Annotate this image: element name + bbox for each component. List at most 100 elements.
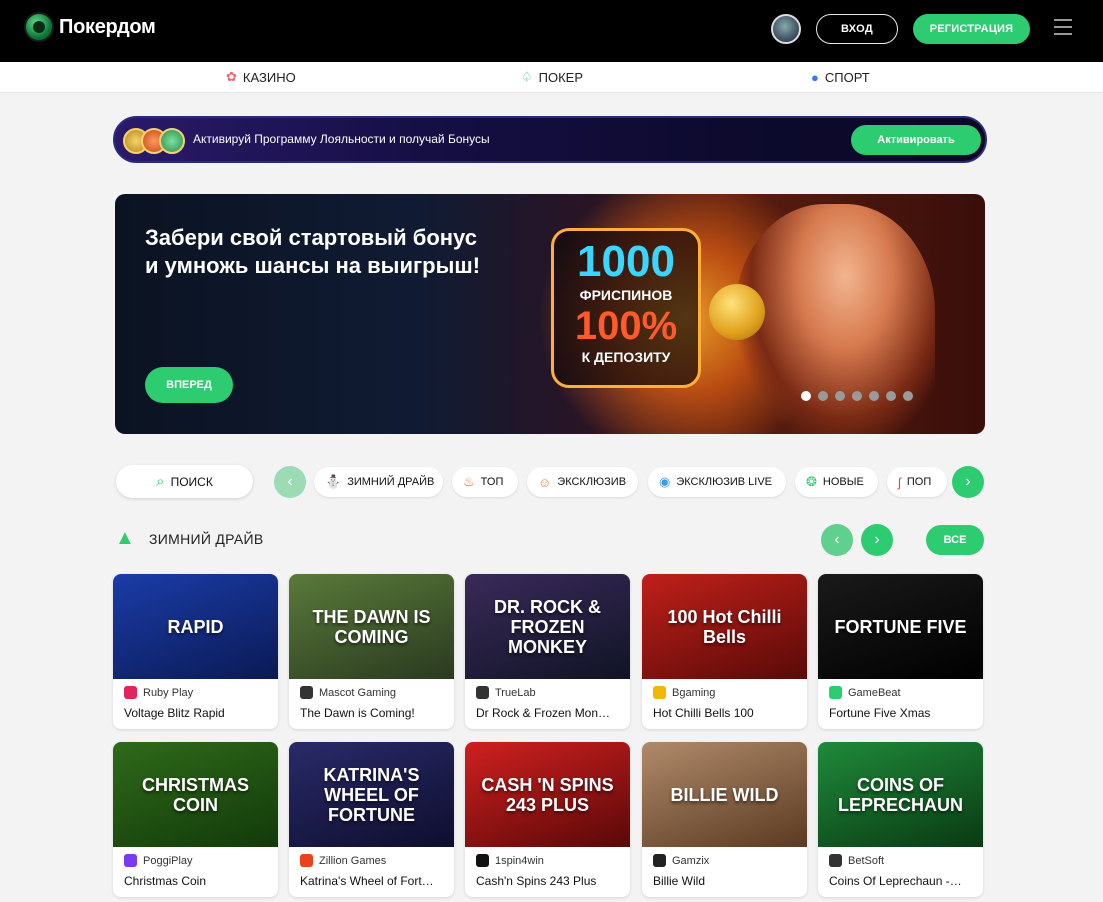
categories-next-button[interactable]: › (952, 466, 984, 498)
category-label: ТОП (480, 476, 504, 488)
game-card[interactable]: THE DAWN IS COMING Mascot Gaming The Dawn … (289, 574, 454, 729)
carousel-dot[interactable] (801, 391, 811, 401)
game-thumbnail[interactable]: BILLIE WILD (642, 742, 807, 847)
main-nav: ✿ КАЗИНО ♤ ПОКЕР ● СПОРТ (0, 62, 1103, 93)
provider-name: Zillion Games (319, 854, 387, 867)
register-button[interactable]: РЕГИСТРАЦИЯ (913, 14, 1030, 44)
activate-button[interactable]: Активировать (851, 125, 981, 155)
provider-name: GameBeat (848, 686, 901, 699)
provider-logo-icon (829, 686, 842, 699)
face-icon: ☺ (538, 474, 552, 490)
game-card[interactable]: DR. ROCK & FROZEN MONKEY TrueLab Dr Rock &… (465, 574, 630, 729)
game-thumbnail[interactable]: RAPID (113, 574, 278, 679)
section-next-button[interactable]: › (861, 524, 893, 556)
game-provider: TrueLab (476, 686, 536, 699)
game-card[interactable]: RAPID Ruby Play Voltage Blitz Rapid (113, 574, 278, 729)
login-button[interactable]: ВХОД (816, 14, 898, 44)
carousel-dot[interactable] (869, 391, 879, 401)
offer-line2: К ДЕПОЗИТУ (581, 349, 671, 365)
game-thumbnail[interactable]: FORTUNE FIVE (818, 574, 983, 679)
game-thumbnail-title: CHRISTMAS COIN (142, 774, 249, 815)
game-name: Billie Wild (653, 874, 706, 888)
game-thumbnail-title: 100 Hot Chilli Bells (667, 606, 782, 647)
game-card[interactable]: CHRISTMAS COIN PoggiPlay Christmas Coin (113, 742, 278, 897)
game-thumbnail[interactable]: DR. ROCK & FROZEN MONKEY (465, 574, 630, 679)
carousel-dot[interactable] (903, 391, 913, 401)
search-button[interactable]: ⌕ ПОИСК (116, 465, 253, 498)
category-exclusive-live[interactable]: ◉ ЭКСКЛЮЗИВ LIVE (648, 467, 786, 497)
hero-banner[interactable]: Забери свой стартовый бонус и умножь шан… (115, 194, 985, 434)
loyalty-banner[interactable]: Активируй Программу Лояльности и получай… (113, 116, 987, 163)
provider-logo-icon (124, 854, 137, 867)
forward-button[interactable]: ВПЕРЕД (145, 367, 233, 403)
game-provider: PoggiPlay (124, 854, 193, 867)
category-exclusive[interactable]: ☺ ЭКСКЛЮЗИВ (527, 467, 638, 497)
view-all-button[interactable]: ВСЕ (926, 525, 984, 555)
chevron-right-icon: › (965, 473, 971, 490)
logo-text[interactable]: Покердом (59, 16, 156, 39)
carousel-dot[interactable] (852, 391, 862, 401)
game-name: Coins Of Leprechaun -… (829, 874, 962, 888)
game-name: Dr Rock & Frozen Mon… (476, 706, 611, 720)
section-prev-button[interactable]: ‹ (821, 524, 853, 556)
category-label: ЭКСКЛЮЗИВ LIVE (676, 476, 773, 488)
hero-title-line1: Забери свой стартовый бонус (145, 225, 477, 250)
nav-item-poker[interactable]: ♤ ПОКЕР (521, 62, 583, 92)
pepper-icon: ʃ (898, 474, 901, 490)
logo-icon[interactable] (24, 12, 54, 42)
chevron-right-icon: › (874, 531, 880, 548)
game-thumbnail-title: COINS OF LEPRECHAUN (837, 774, 963, 815)
language-flag-icon[interactable] (771, 14, 801, 44)
game-thumbnail-title: BILLIE WILD (670, 784, 779, 805)
offer-number: 1000 (577, 237, 675, 286)
game-name: Hot Chilli Bells 100 (653, 706, 754, 720)
nav-item-sport[interactable]: ● СПОРТ (811, 62, 870, 92)
live-icon: ◉ (659, 474, 671, 489)
game-thumbnail[interactable]: CASH 'N SPINS 243 PLUS (465, 742, 630, 847)
game-card[interactable]: CASH 'N SPINS 243 PLUS 1spin4win Cash'n Sp… (465, 742, 630, 897)
categories-prev-button[interactable]: ‹ (274, 466, 306, 498)
game-thumbnail[interactable]: KATRINA'S WHEEL OF FORTUNE (289, 742, 454, 847)
hero-title-line2: и умножь шансы на выигрыш! (145, 253, 481, 278)
game-thumbnail[interactable]: COINS OF LEPRECHAUN (818, 742, 983, 847)
nav-item-casino[interactable]: ✿ КАЗИНО (226, 62, 296, 92)
carousel-dot[interactable] (835, 391, 845, 401)
category-new[interactable]: ❂ НОВЫЕ (795, 467, 878, 497)
game-thumbnail[interactable]: THE DAWN IS COMING (289, 574, 454, 679)
nav-item-label: СПОРТ (824, 69, 870, 85)
carousel-dots (801, 391, 913, 401)
game-provider: Ruby Play (124, 686, 193, 699)
category-top[interactable]: ♨ ТОП (452, 467, 518, 497)
game-provider: 1spin4win (476, 854, 544, 867)
game-provider: Zillion Games (300, 854, 386, 867)
provider-name: Mascot Gaming (319, 686, 397, 699)
fire-icon: ♨ (463, 474, 475, 489)
category-winter-drive[interactable]: ⛄ ЗИМНИЙ ДРАЙВ (314, 467, 443, 497)
game-card[interactable]: 100 Hot Chilli Bells Bgaming Hot Chilli Be… (642, 574, 807, 729)
game-name: Katrina's Wheel of Fort… (300, 874, 434, 888)
section-title: ЗИМНИЙ ДРАЙВ (149, 531, 264, 547)
provider-name: Ruby Play (143, 686, 194, 699)
hamburger-menu-icon[interactable] (1054, 19, 1072, 37)
provider-logo-icon (476, 686, 489, 699)
game-name: Fortune Five Xmas (829, 706, 931, 720)
provider-name: 1spin4win (495, 854, 544, 867)
game-card[interactable]: KATRINA'S WHEEL OF FORTUNE Zillion Games K… (289, 742, 454, 897)
game-card[interactable]: BILLIE WILD Gamzix Billie Wild (642, 742, 807, 897)
carousel-dot[interactable] (886, 391, 896, 401)
provider-name: PoggiPlay (143, 854, 193, 867)
game-thumbnail[interactable]: 100 Hot Chilli Bells (642, 574, 807, 679)
category-popular[interactable]: ʃ ПОП (887, 467, 947, 497)
game-provider: Mascot Gaming (300, 686, 396, 699)
game-provider: Bgaming (653, 686, 715, 699)
hero-title: Забери свой стартовый бонус и умножь шан… (145, 224, 525, 280)
carousel-dot[interactable] (818, 391, 828, 401)
game-card[interactable]: COINS OF LEPRECHAUN BetSoft Coins Of Lepre… (818, 742, 983, 897)
game-card[interactable]: FORTUNE FIVE GameBeat Fortune Five Xmas (818, 574, 983, 729)
game-provider: Gamzix (653, 854, 709, 867)
search-label: ПОИСК (170, 474, 213, 489)
provider-logo-icon (829, 854, 842, 867)
game-thumbnail[interactable]: CHRISTMAS COIN (113, 742, 278, 847)
game-name: Christmas Coin (124, 874, 207, 888)
provider-logo-icon (300, 686, 313, 699)
